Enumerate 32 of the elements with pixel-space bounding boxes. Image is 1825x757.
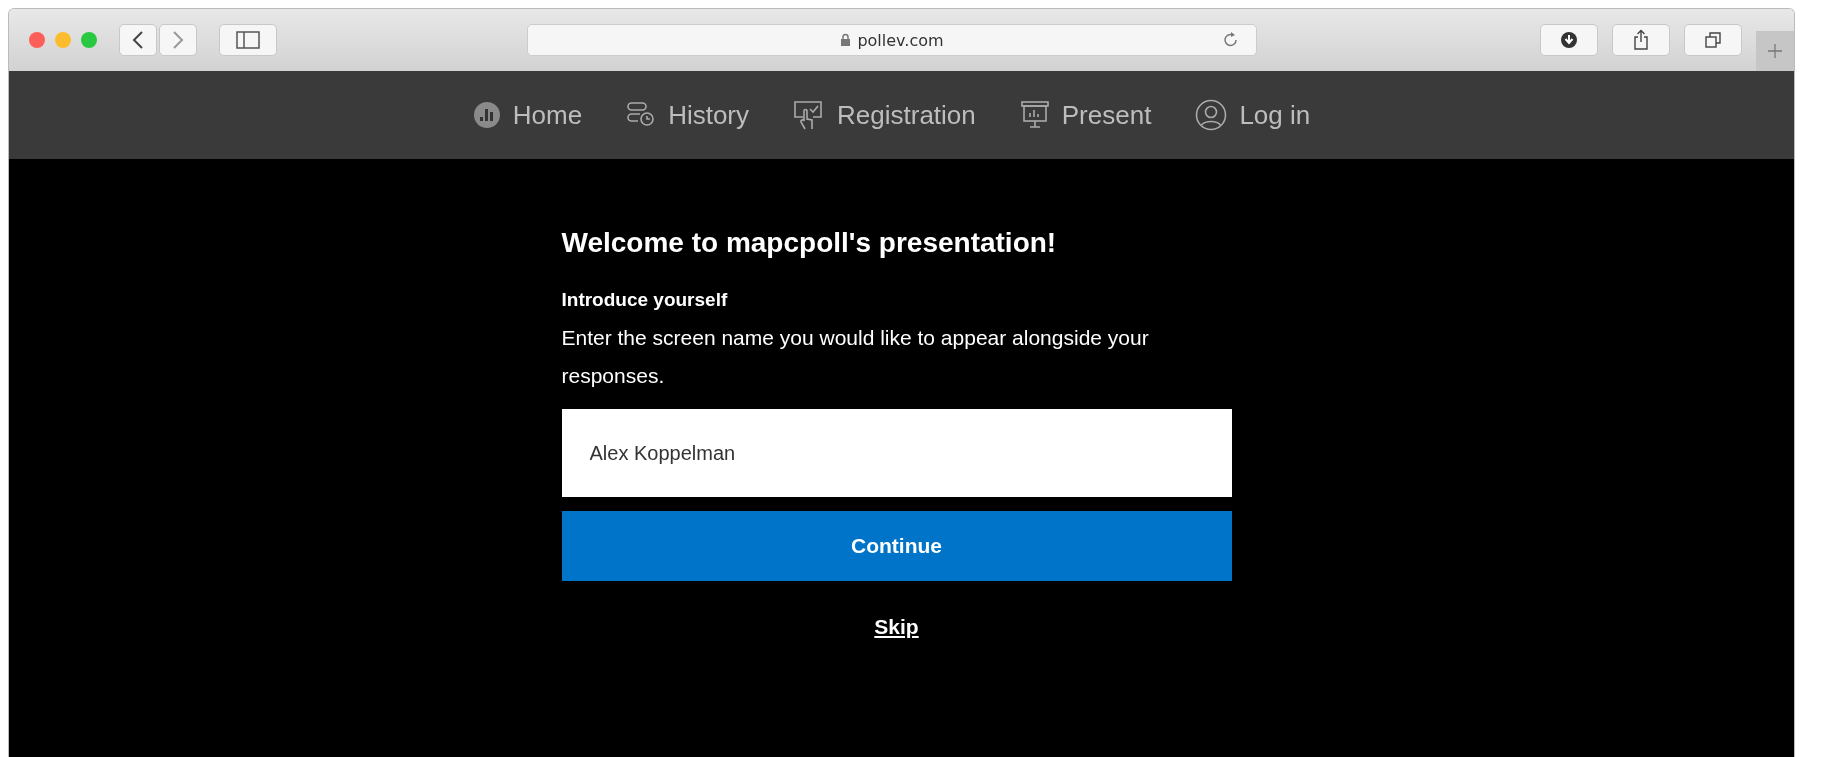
skip-link[interactable]: Skip bbox=[874, 615, 919, 639]
plus-icon bbox=[1767, 43, 1783, 59]
tabs-button[interactable] bbox=[1684, 24, 1742, 56]
history-icon bbox=[626, 101, 657, 129]
sidebar-icon bbox=[236, 31, 260, 49]
share-icon bbox=[1632, 29, 1650, 51]
address-text: pollev.com bbox=[857, 30, 944, 50]
screen-name-field[interactable]: Alex Koppelman bbox=[561, 409, 1232, 497]
share-button[interactable] bbox=[1612, 24, 1670, 56]
continue-button[interactable]: Continue bbox=[561, 511, 1232, 581]
nav-link[interactable]: History bbox=[626, 99, 750, 131]
description-text: Enter the screen name you would like to appear alongside your responses. bbox=[561, 325, 1150, 389]
close-window-button[interactable] bbox=[29, 32, 45, 48]
lock-icon bbox=[840, 33, 852, 47]
section-heading: Introduce yourself bbox=[561, 289, 729, 311]
nav-link[interactable]: Log in bbox=[1195, 99, 1311, 131]
back-button[interactable] bbox=[119, 24, 157, 56]
downloads-button[interactable] bbox=[1540, 24, 1598, 56]
download-icon bbox=[1560, 31, 1578, 49]
nav-link[interactable]: Present bbox=[1019, 99, 1152, 131]
address-bar[interactable]: pollev.com bbox=[527, 24, 1257, 56]
nav-link[interactable]: Home bbox=[472, 99, 583, 131]
reload-icon[interactable] bbox=[1222, 31, 1240, 49]
sidebar-button[interactable] bbox=[219, 24, 277, 56]
tabs-icon bbox=[1704, 31, 1722, 49]
projector-screen-icon bbox=[1019, 100, 1050, 130]
bar-chart-icon bbox=[472, 101, 501, 129]
nav-link[interactable]: Registration bbox=[793, 99, 976, 131]
page-heading: Welcome to mapcpoll's presentation! bbox=[561, 227, 1058, 259]
chevron-left-icon bbox=[131, 30, 145, 50]
chevron-right-icon bbox=[171, 30, 185, 50]
user-icon bbox=[1195, 99, 1228, 131]
